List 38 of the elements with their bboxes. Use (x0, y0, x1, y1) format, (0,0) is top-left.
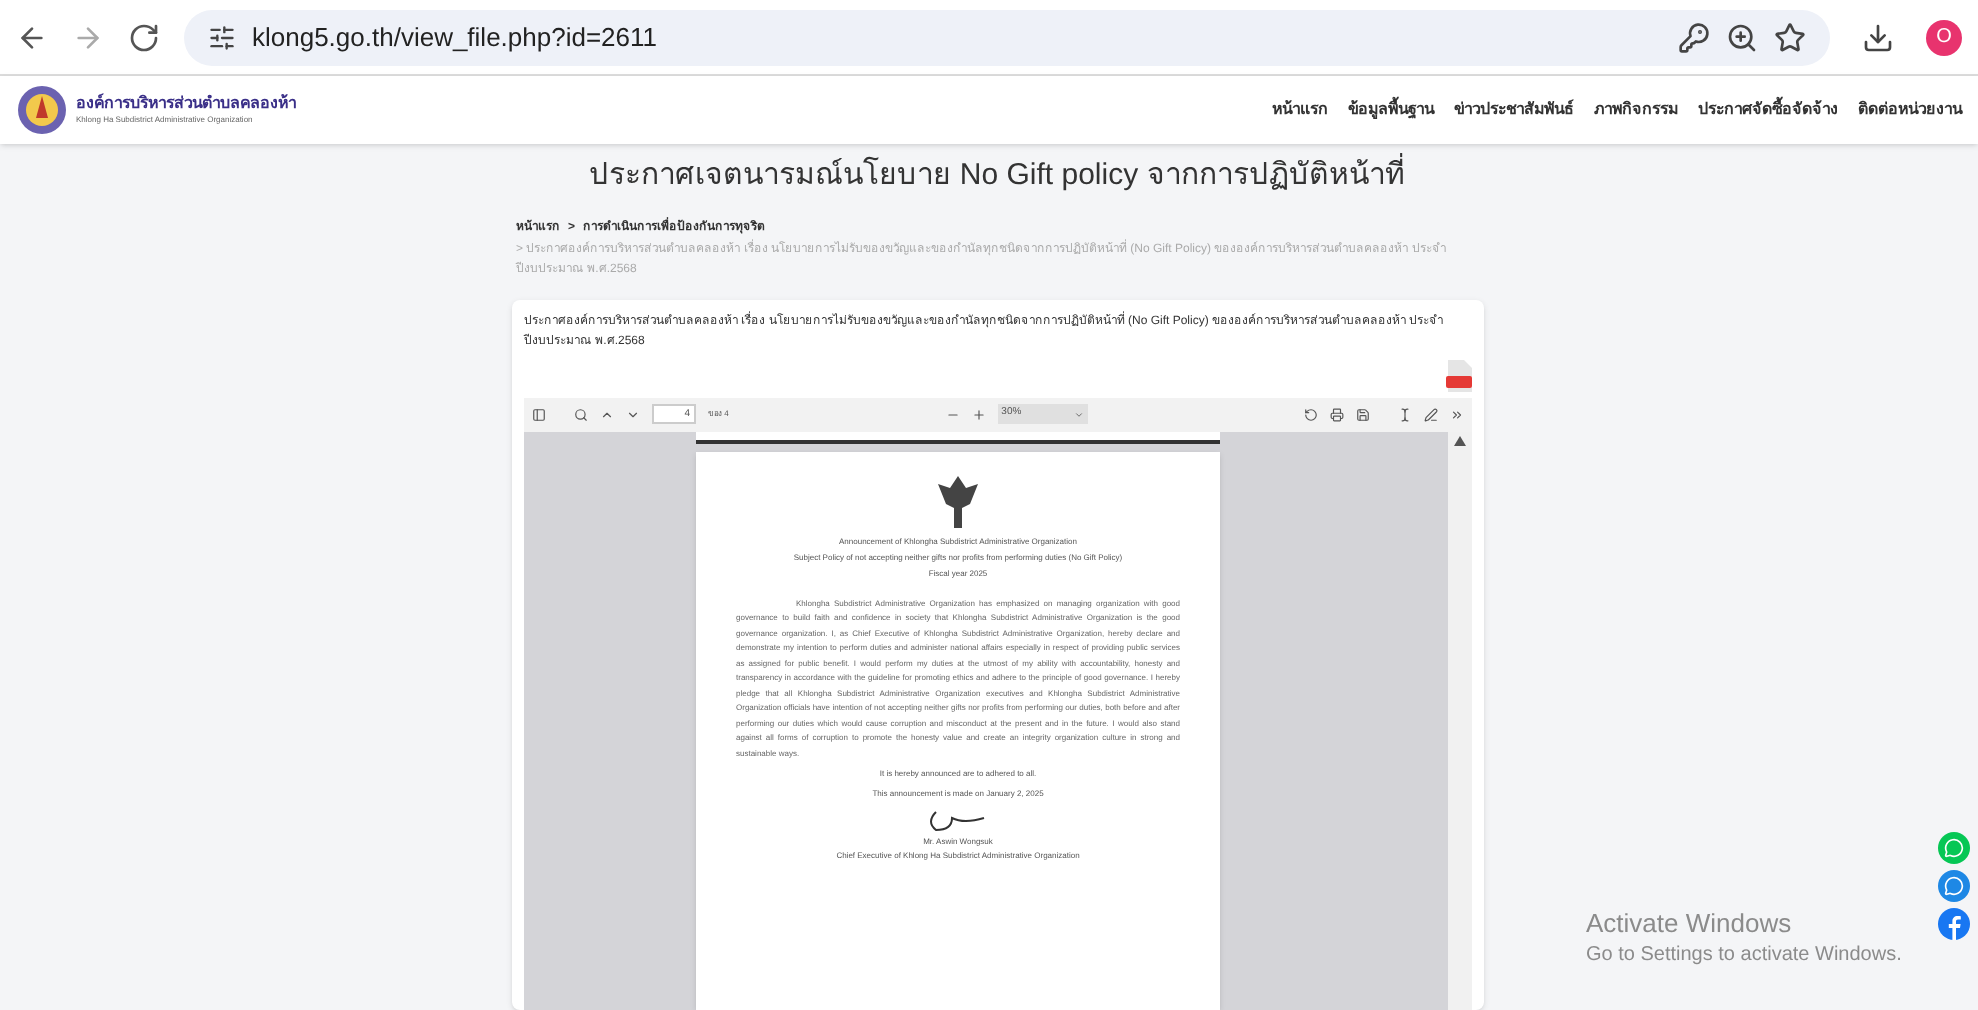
previous-page-icon[interactable] (600, 407, 614, 421)
page-title: ประกาศเจตนารมณ์นโยบาย No Gift policy จากการปฏิบัติหน้าที่ (589, 154, 1405, 199)
caret-icon (1073, 409, 1084, 419)
messenger-icon[interactable] (1938, 870, 1970, 902)
reload-icon[interactable] (128, 21, 160, 53)
search-icon[interactable] (574, 407, 588, 421)
more-tools-icon[interactable] (1450, 407, 1464, 421)
next-page-icon[interactable] (626, 407, 640, 421)
emblem-icon (934, 471, 982, 531)
text-cursor-icon[interactable] (1398, 407, 1412, 421)
key-icon[interactable] (1678, 21, 1710, 53)
zoom-in-icon[interactable] (971, 407, 986, 421)
download-icon[interactable] (1862, 21, 1894, 53)
facebook-icon[interactable] (1938, 908, 1970, 940)
scroll-up-icon[interactable] (1454, 435, 1466, 445)
bookmark-star-icon[interactable] (1774, 21, 1806, 53)
activation-title: Activate Windows (1586, 908, 1794, 940)
print-icon[interactable] (1330, 407, 1344, 421)
nav-link[interactable]: ข้อมูลพื้นฐาน (1348, 98, 1434, 122)
url-text: klong5.go.th/view_file.php?id=2611 (252, 19, 657, 56)
site-name: องค์การบริหารส่วนตำบลคลองห้า (76, 96, 296, 112)
pen-icon[interactable] (1424, 407, 1438, 421)
save-icon[interactable] (1356, 407, 1370, 421)
nav-link[interactable]: ข่าวประชาสัมพันธ์ (1454, 98, 1574, 122)
nav-link[interactable]: ติดต่อหน่วยงาน (1858, 98, 1962, 122)
nav-link[interactable]: ภาพกิจกรรม (1594, 98, 1678, 122)
rotate-icon[interactable] (1304, 407, 1318, 421)
nav-link[interactable]: ประกาศจัดซื้อจัดจ้าง (1698, 98, 1838, 122)
logo-icon (16, 84, 68, 136)
pdf-file-icon[interactable] (1446, 359, 1472, 391)
back-icon[interactable] (16, 21, 48, 53)
site-settings-icon[interactable] (208, 23, 236, 51)
profile-avatar[interactable]: O (1926, 19, 1962, 55)
address-bar[interactable]: klong5.go.th/view_file.php?id=2611 (184, 9, 1830, 65)
nav-link[interactable]: หน้าแรก (1272, 98, 1328, 122)
activation-message: Go to Settings to activate Windows. (1586, 942, 1902, 970)
sidebar-toggle-icon[interactable] (532, 407, 546, 421)
zoom-icon[interactable] (1726, 21, 1758, 53)
